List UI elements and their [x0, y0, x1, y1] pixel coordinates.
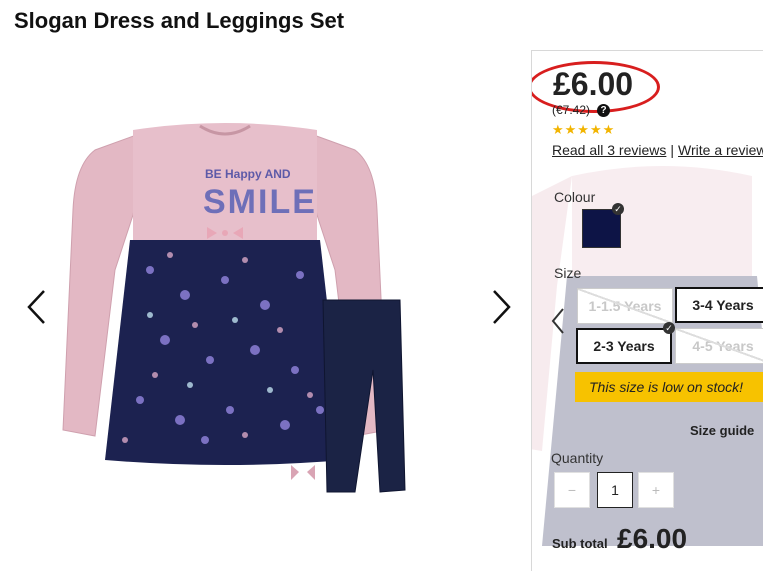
rating-stars: ★★★★★ [552, 122, 616, 137]
slogan-line1: BE Happy AND [205, 167, 291, 181]
selected-size-check-icon: ✓ [663, 322, 675, 334]
colour-label: Colour [554, 189, 596, 205]
previous-image-arrow[interactable] [24, 287, 50, 327]
chevron-left-icon [27, 290, 45, 324]
size-label: Size [554, 265, 582, 281]
reviews-separator: | [670, 142, 675, 158]
chevron-left-icon [551, 308, 564, 334]
colour-swatch-navy[interactable] [582, 209, 621, 248]
selected-check-icon: ✓ [612, 203, 624, 215]
reviews-links: Read all 3 reviews | Write a review [552, 142, 763, 158]
next-image-arrow[interactable] [488, 287, 514, 327]
product-gallery: BE Happy AND SMILE [0, 40, 530, 551]
product-image: BE Happy AND SMILE [62, 123, 406, 493]
question-icon[interactable]: ? [597, 104, 610, 117]
euro-price: (€7.42) [552, 103, 591, 117]
size-option-2-3-years[interactable]: 2-3 Years [576, 328, 672, 364]
product-title: Slogan Dress and Leggings Set [14, 8, 345, 33]
subtotal-label: Sub total [552, 536, 608, 551]
subtotal-value: £6.00 [617, 523, 688, 554]
quantity-increase-button[interactable]: + [638, 472, 674, 508]
size-prev-arrow[interactable] [550, 307, 566, 335]
quantity-input[interactable]: 1 [597, 472, 633, 508]
write-review-link[interactable]: Write a review [678, 142, 763, 158]
purchase-panel: £6.00 (€7.42) ? ★★★★★ Read all 3 reviews… [531, 50, 763, 571]
low-stock-banner: This size is low on stock! [575, 372, 763, 402]
slogan-line2: SMILE [203, 183, 317, 221]
read-reviews-link[interactable]: Read all 3 reviews [552, 142, 666, 158]
size-option-4-5-years[interactable]: 4-5 Years [675, 328, 763, 364]
quantity-label: Quantity [551, 450, 604, 466]
size-option-1-1-5-years[interactable]: 1-1.5 Years [577, 288, 673, 324]
quantity-decrease-button[interactable]: − [554, 472, 590, 508]
chevron-right-icon [493, 290, 511, 324]
size-option-3-4-years[interactable]: 3-4 Years [675, 287, 763, 323]
price-highlight-circle [532, 61, 660, 113]
size-guide-link[interactable]: Size guide [690, 423, 754, 438]
